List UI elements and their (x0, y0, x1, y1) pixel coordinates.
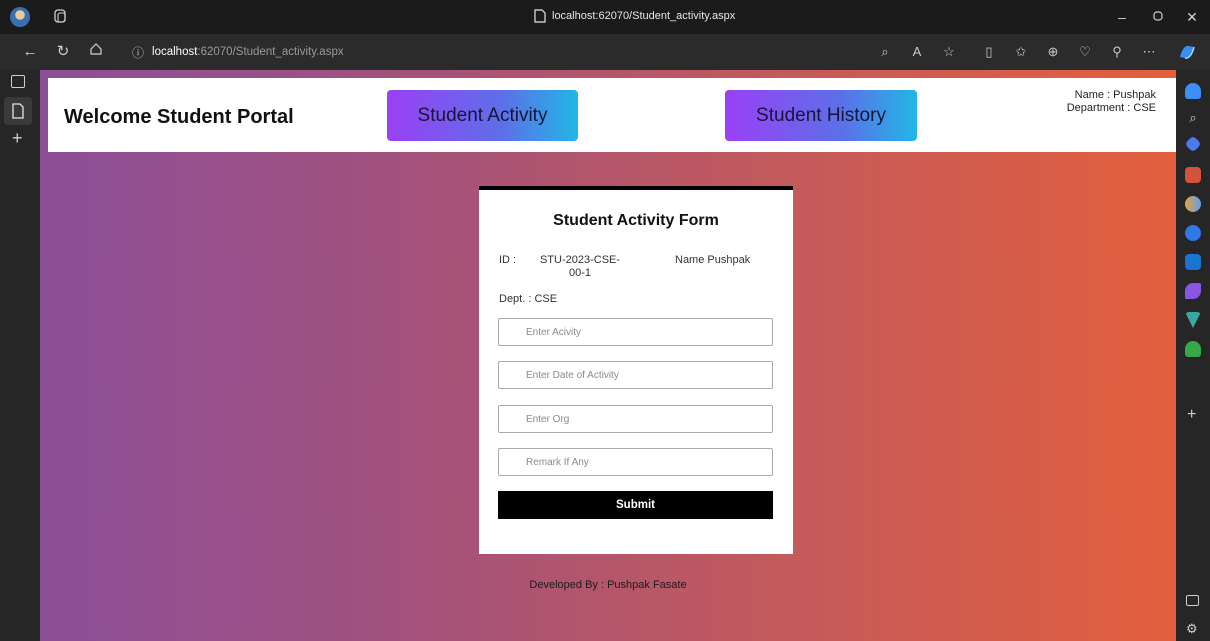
more-icon[interactable]: ⋯ (1140, 43, 1158, 61)
department-info: Dept. : CSE (499, 293, 557, 305)
user-info: Name : Pushpak Department : CSE (1067, 89, 1156, 115)
add-sidebar-app-icon[interactable]: + (1187, 406, 1196, 424)
submit-button[interactable]: Submit (498, 491, 773, 519)
split-screen-icon[interactable]: ▯ (980, 43, 998, 61)
id-value-line1: STU-2023-CSE- (539, 254, 621, 266)
tab-list-icon[interactable] (11, 75, 25, 88)
activity-date-input[interactable] (498, 361, 773, 389)
search-icon[interactable]: ⌕ (1185, 110, 1201, 126)
address-bar[interactable]: ⓘ localhost:62070/Student_activity.aspx (118, 39, 978, 65)
refresh-icon[interactable]: ↻ (53, 42, 73, 62)
activity-input[interactable] (498, 318, 773, 346)
url-path: :62070/Student_activity.aspx (197, 46, 344, 58)
site-brand: Welcome Student Portal (64, 106, 294, 128)
notifications-icon[interactable] (1185, 83, 1201, 99)
people-icon[interactable] (1185, 196, 1201, 212)
profile-avatar-icon[interactable] (10, 7, 30, 27)
activity-form: Student Activity Form ID : STU-2023-CSE-… (479, 186, 793, 554)
name-value: Pushpak (707, 254, 751, 266)
extensions-icon[interactable]: ⚲ (1108, 43, 1126, 61)
user-department: Department : CSE (1066, 102, 1156, 114)
page-tab-icon (12, 103, 24, 119)
dept-label: Dept. : (499, 293, 532, 305)
id-value-line2: 00-1 (568, 267, 592, 279)
zoom-icon[interactable]: ⌕ (876, 43, 894, 61)
home-icon[interactable] (86, 42, 106, 62)
window-title: localhost:62070/Student_activity.aspx (534, 9, 735, 23)
tree-icon[interactable] (1185, 341, 1201, 357)
sidebar-settings-icon[interactable]: ⚙ (1186, 621, 1198, 637)
favorites-icon[interactable]: ✩ (1012, 43, 1030, 61)
name-label: Name (675, 254, 705, 266)
hide-sidebar-icon[interactable] (1186, 595, 1199, 606)
form-title: Student Activity Form (553, 212, 719, 229)
tab-actions-icon[interactable] (52, 8, 68, 24)
read-aloud-icon[interactable]: A (908, 43, 926, 61)
games-icon[interactable] (1185, 225, 1201, 241)
nav-student-activity[interactable]: Student Activity (387, 90, 578, 141)
shopping-icon[interactable] (1184, 135, 1202, 153)
user-name: Name : Pushpak (1074, 89, 1156, 101)
favorite-icon[interactable]: ☆ (940, 43, 958, 61)
url-host: localhost (152, 46, 198, 58)
drop-icon[interactable] (1185, 312, 1201, 328)
window-title-text: localhost:62070/Student_activity.aspx (552, 10, 736, 22)
id-value: STU-2023-CSE- 00-1 (537, 254, 623, 280)
nav-student-history[interactable]: Student History (725, 90, 917, 141)
id-label: ID : (499, 254, 517, 266)
browser-essentials-icon[interactable]: ♡ (1076, 43, 1094, 61)
new-tab-icon[interactable]: + (12, 128, 23, 149)
outlook-icon[interactable] (1185, 254, 1201, 270)
page-viewport: Welcome Student Portal Student Activity … (40, 70, 1176, 641)
info-icon[interactable]: ⓘ (132, 44, 144, 61)
restore-icon[interactable] (1148, 7, 1168, 27)
page-icon (534, 9, 546, 23)
organization-input[interactable] (498, 405, 773, 433)
active-tab[interactable] (4, 97, 32, 125)
back-icon[interactable]: ← (20, 42, 40, 62)
copilot-icon[interactable] (1176, 43, 1198, 61)
collections-icon[interactable]: ⊕ (1044, 43, 1062, 61)
minimize-icon[interactable]: – (1112, 7, 1132, 27)
tools-icon[interactable] (1185, 167, 1201, 183)
designer-icon[interactable] (1185, 283, 1201, 299)
browser-toolbar: ← ↻ ⓘ localhost:62070/Student_activity.a… (0, 34, 1210, 70)
browser-titlebar: localhost:62070/Student_activity.aspx – … (0, 0, 1210, 34)
site-header: Welcome Student Portal Student Activity … (48, 78, 1176, 152)
remark-input[interactable] (498, 448, 773, 476)
nav-student-history-label: Student History (756, 104, 886, 126)
student-name: Name Pushpak (675, 254, 750, 266)
nav-student-activity-label: Student Activity (417, 104, 548, 126)
vertical-tab-bar: + (0, 70, 40, 641)
browser-sidebar: ⌕ + ⚙ (1176, 70, 1210, 641)
dept-value: CSE (534, 293, 558, 305)
footer-credit: Developed By : Pushpak Fasate (529, 579, 687, 591)
close-icon[interactable]: ✕ (1182, 7, 1202, 27)
